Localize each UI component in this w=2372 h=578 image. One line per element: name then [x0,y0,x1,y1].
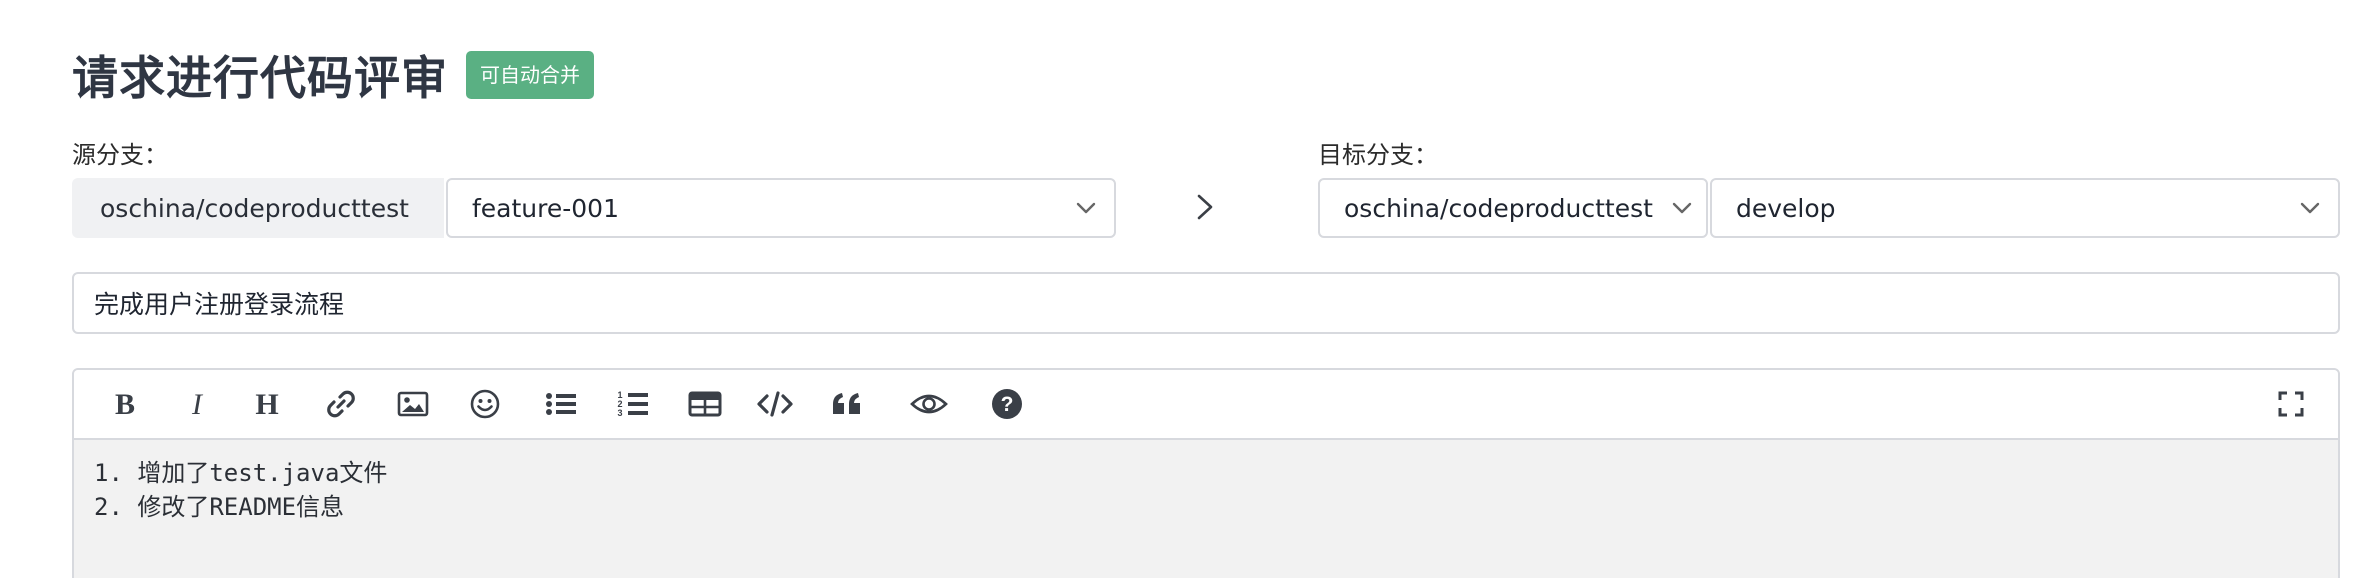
target-repo-value: oschina/codeproducttest [1344,193,1653,223]
markdown-editor: B I H 1 2 3 ? 1. 增加了test.java文件 2. 修改了RE… [72,368,2340,578]
quote-icon[interactable] [826,383,868,425]
title-row: 请求进行代码评审 可自动合并 [72,40,594,110]
preview-icon[interactable] [908,383,950,425]
chevron-down-icon [1076,202,1096,214]
svg-text:?: ? [1001,393,1014,416]
fullscreen-icon[interactable] [2270,383,2312,425]
bullet-list-icon[interactable] [540,383,582,425]
heading-icon[interactable]: H [246,383,288,425]
source-branch-value: feature-001 [472,193,619,223]
merge-request-form: 请求进行代码评审 可自动合并 源分支： oschina/codeproductt… [0,0,2372,578]
editor-line: 2. 修改了README信息 [94,493,345,521]
image-icon[interactable] [392,383,434,425]
pr-title-input[interactable]: 完成用户注册登录流程 [72,272,2340,334]
chevron-down-icon [2300,202,2320,214]
help-icon[interactable]: ? [986,383,1028,425]
svg-text:B: B [115,389,135,419]
emoji-icon[interactable] [464,383,506,425]
code-icon[interactable] [754,383,796,425]
arrow-right-icon [1197,194,1213,220]
editor-content[interactable]: 1. 增加了test.java文件 2. 修改了README信息 [94,456,387,524]
target-branch-select[interactable]: develop [1710,178,2340,238]
editor-line: 1. 增加了test.java文件 [94,459,388,487]
target-branch-value: develop [1736,193,1836,223]
editor-toolbar: B I H 1 2 3 ? [74,370,2338,440]
source-repo: oschina/codeproducttest [72,178,444,238]
chevron-down-icon [1672,202,1692,214]
bold-icon[interactable]: B [104,383,146,425]
numbered-list-icon[interactable]: 1 2 3 [612,383,654,425]
source-branch-select[interactable]: feature-001 [446,178,1116,238]
link-icon[interactable] [320,383,362,425]
target-branch-label: 目标分支： [1318,141,1438,169]
svg-text:3: 3 [617,408,622,418]
svg-text:I: I [191,389,204,419]
target-repo-select[interactable]: oschina/codeproducttest [1318,178,1708,238]
source-branch-label: 源分支： [72,141,168,169]
italic-icon[interactable]: I [176,383,218,425]
page-title: 请求进行代码评审 [72,51,448,105]
auto-merge-badge: 可自动合并 [466,51,594,99]
table-icon[interactable] [684,383,726,425]
svg-text:H: H [255,389,278,419]
